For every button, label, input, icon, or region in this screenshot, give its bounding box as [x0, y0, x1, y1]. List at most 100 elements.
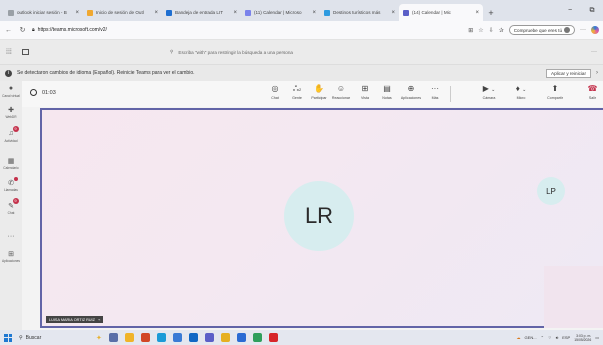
notification-badge: 9	[12, 126, 19, 132]
tray-status: GEN...	[524, 335, 537, 340]
chevron-right-icon[interactable]: ›	[596, 70, 598, 76]
word-icon[interactable]	[236, 333, 246, 342]
bell-icon: ♫ 9	[8, 126, 19, 137]
address-bar: ← ↻ 🔒︎ https://teams.microsoft.com/v2/ ⊞…	[0, 21, 603, 40]
share-button[interactable]: ⬆ Compartir	[542, 84, 568, 100]
close-icon[interactable]: ×	[233, 10, 237, 16]
left-rail: ● Canal virtual ✚ WebDR ♫ 9 Actividad ▦ …	[0, 81, 22, 330]
phone-icon: ✆	[7, 177, 18, 187]
browser-tab-active[interactable]: (14) Calendar | Mic ×	[399, 4, 483, 21]
notifications-icon[interactable]: ▭	[595, 335, 599, 340]
reload-icon[interactable]: ↻	[18, 26, 27, 34]
rail-item-pinned[interactable]: ✚ WebDR	[0, 105, 22, 120]
close-icon[interactable]: ×	[75, 10, 79, 16]
tab-title: outlook iniciar sesión - B	[17, 10, 67, 15]
leave-button[interactable]: ☎ Salir	[582, 84, 603, 100]
more-icon: ···	[431, 84, 439, 93]
browser-tab[interactable]: outlook iniciar sesión - B ×	[4, 4, 83, 21]
task-view-icon[interactable]	[108, 333, 118, 342]
notes-button[interactable]: ▤ Notas	[374, 84, 400, 100]
more-options-button[interactable]: ···	[591, 49, 597, 55]
apply-restart-button[interactable]: Aplicar y reiniciar	[546, 68, 591, 78]
browser-tab[interactable]: Destinos turísticos más ×	[320, 4, 399, 21]
network-icon[interactable]: ⌔	[548, 335, 552, 341]
rail-item-activity[interactable]: ♫ 9 Actividad	[0, 126, 22, 143]
more-actions-button[interactable]: ··· Más	[422, 84, 448, 100]
info-icon: i	[5, 69, 12, 77]
browser-tab[interactable]: Inicio de sesión de Outl ×	[83, 4, 162, 21]
sidebar-toggle-icon[interactable]	[22, 49, 29, 55]
search-placeholder: Escriba "with" para restringir la búsque…	[178, 49, 293, 55]
tab-title: Bandeja de entrada LIT	[175, 10, 224, 15]
more-icon[interactable]: ···	[580, 27, 586, 33]
browser-tab[interactable]: Bandeja de entrada LIT ×	[162, 4, 241, 21]
favorite-star-icon[interactable]: ☆	[478, 27, 483, 34]
rail-item-apps[interactable]: ⊞ Aplicaciones	[0, 249, 22, 264]
files-icon[interactable]	[220, 333, 230, 342]
search-input[interactable]: ⚲ Escriba "with" para restringir la búsq…	[170, 45, 410, 59]
tab-favicon-icon	[403, 9, 409, 16]
widgets-icon[interactable]: ✦	[96, 334, 102, 342]
taskbar: ⚲ Buscar ✦ ☁ GEN... ⌃ ⌔ 🔊︎ ESP 3:03 p. m…	[0, 330, 603, 345]
calendar-icon: ▦	[7, 157, 15, 165]
url-field[interactable]: 🔒︎ https://teams.microsoft.com/v2/	[32, 23, 463, 37]
chrome-icon[interactable]	[252, 333, 262, 342]
rail-item-virtual[interactable]: ● Canal virtual	[0, 84, 22, 98]
pin-icon: ✚	[8, 106, 14, 114]
browser-tab[interactable]: (11) Calendar | Microso ×	[241, 4, 320, 21]
people-icon: ஃ2	[292, 84, 302, 93]
rail-item-more[interactable]: ···	[0, 232, 22, 241]
rail-item-label: Chat	[7, 211, 15, 215]
participant-name: LUISA MARIA ORTIZ RUIZ	[49, 317, 95, 322]
search-icon: ⚲	[170, 49, 174, 54]
store-icon[interactable]	[172, 333, 182, 342]
teams-icon[interactable]	[204, 333, 214, 342]
tool-label: Cámara	[482, 96, 496, 100]
tool-label: Micro	[516, 96, 526, 100]
favorites-icon[interactable]: ✰	[499, 27, 504, 34]
app-launcher-icon[interactable]: ⁞⁞⁞	[6, 49, 20, 56]
profile-pill[interactable]: Compruebe que eres tú	[508, 25, 575, 35]
office-icon[interactable]	[140, 333, 150, 342]
rail-item-calendar[interactable]: ▦ Calendario	[0, 156, 22, 171]
apps-add-icon: ⊞	[8, 250, 14, 258]
tool-label: Aplicaciones	[400, 96, 422, 100]
outlook-icon[interactable]	[188, 333, 198, 342]
tab-title: Inicio de sesión de Outl	[96, 10, 144, 15]
clock[interactable]: 3:03 p. m. 15/05/2026	[574, 334, 591, 342]
new-tab-button[interactable]: +	[483, 4, 499, 21]
close-icon[interactable]: ×	[391, 10, 395, 16]
close-icon[interactable]: ×	[154, 10, 158, 16]
tab-title: (11) Calendar | Microso	[254, 10, 302, 15]
chevron-up-icon[interactable]: ⌃	[541, 335, 544, 340]
explorer-icon[interactable]	[124, 333, 134, 342]
tab-favicon-icon	[324, 9, 330, 16]
edge-icon[interactable]	[156, 333, 166, 342]
rail-item-chat[interactable]: ✎ 9 Chat	[0, 198, 22, 215]
url-text: https://teams.microsoft.com/v2/	[37, 27, 107, 33]
back-icon[interactable]: ←	[4, 27, 13, 34]
tool-label: Chat	[271, 96, 279, 100]
pdf-icon[interactable]	[268, 333, 278, 342]
taskbar-search[interactable]: ⚲ Buscar	[19, 335, 89, 341]
windows-start-icon[interactable]	[4, 333, 12, 342]
close-icon[interactable]: ×	[312, 10, 316, 16]
apps-icon[interactable]: ⊞	[468, 27, 473, 34]
apps-button[interactable]: ⊕ Aplicaciones	[398, 84, 424, 100]
rail-item-calls[interactable]: ✆ Llamadas	[0, 177, 22, 192]
reading-icon[interactable]: ⇩	[489, 27, 494, 34]
language-indicator[interactable]: ESP	[562, 335, 570, 340]
camera-button[interactable]: ▶ ⌄ Cámara	[476, 84, 502, 100]
react-button[interactable]: ☺ Reaccionar	[328, 84, 354, 100]
window-controls: − ⧉	[559, 0, 603, 21]
tab-title: (14) Calendar | Mic	[412, 10, 451, 15]
virtual-channel-icon: ●	[8, 85, 14, 92]
minimize-button[interactable]: −	[559, 7, 581, 14]
mic-button[interactable]: ♦ ⌄ Micro	[508, 84, 534, 100]
volume-icon[interactable]: 🔊︎	[556, 335, 559, 340]
rail-item-label: Llamadas	[4, 188, 18, 192]
copilot-icon[interactable]	[591, 26, 599, 34]
close-icon[interactable]: ×	[475, 10, 479, 16]
maximize-button[interactable]: ⧉	[581, 7, 603, 15]
tab-favicon-icon	[8, 9, 14, 16]
